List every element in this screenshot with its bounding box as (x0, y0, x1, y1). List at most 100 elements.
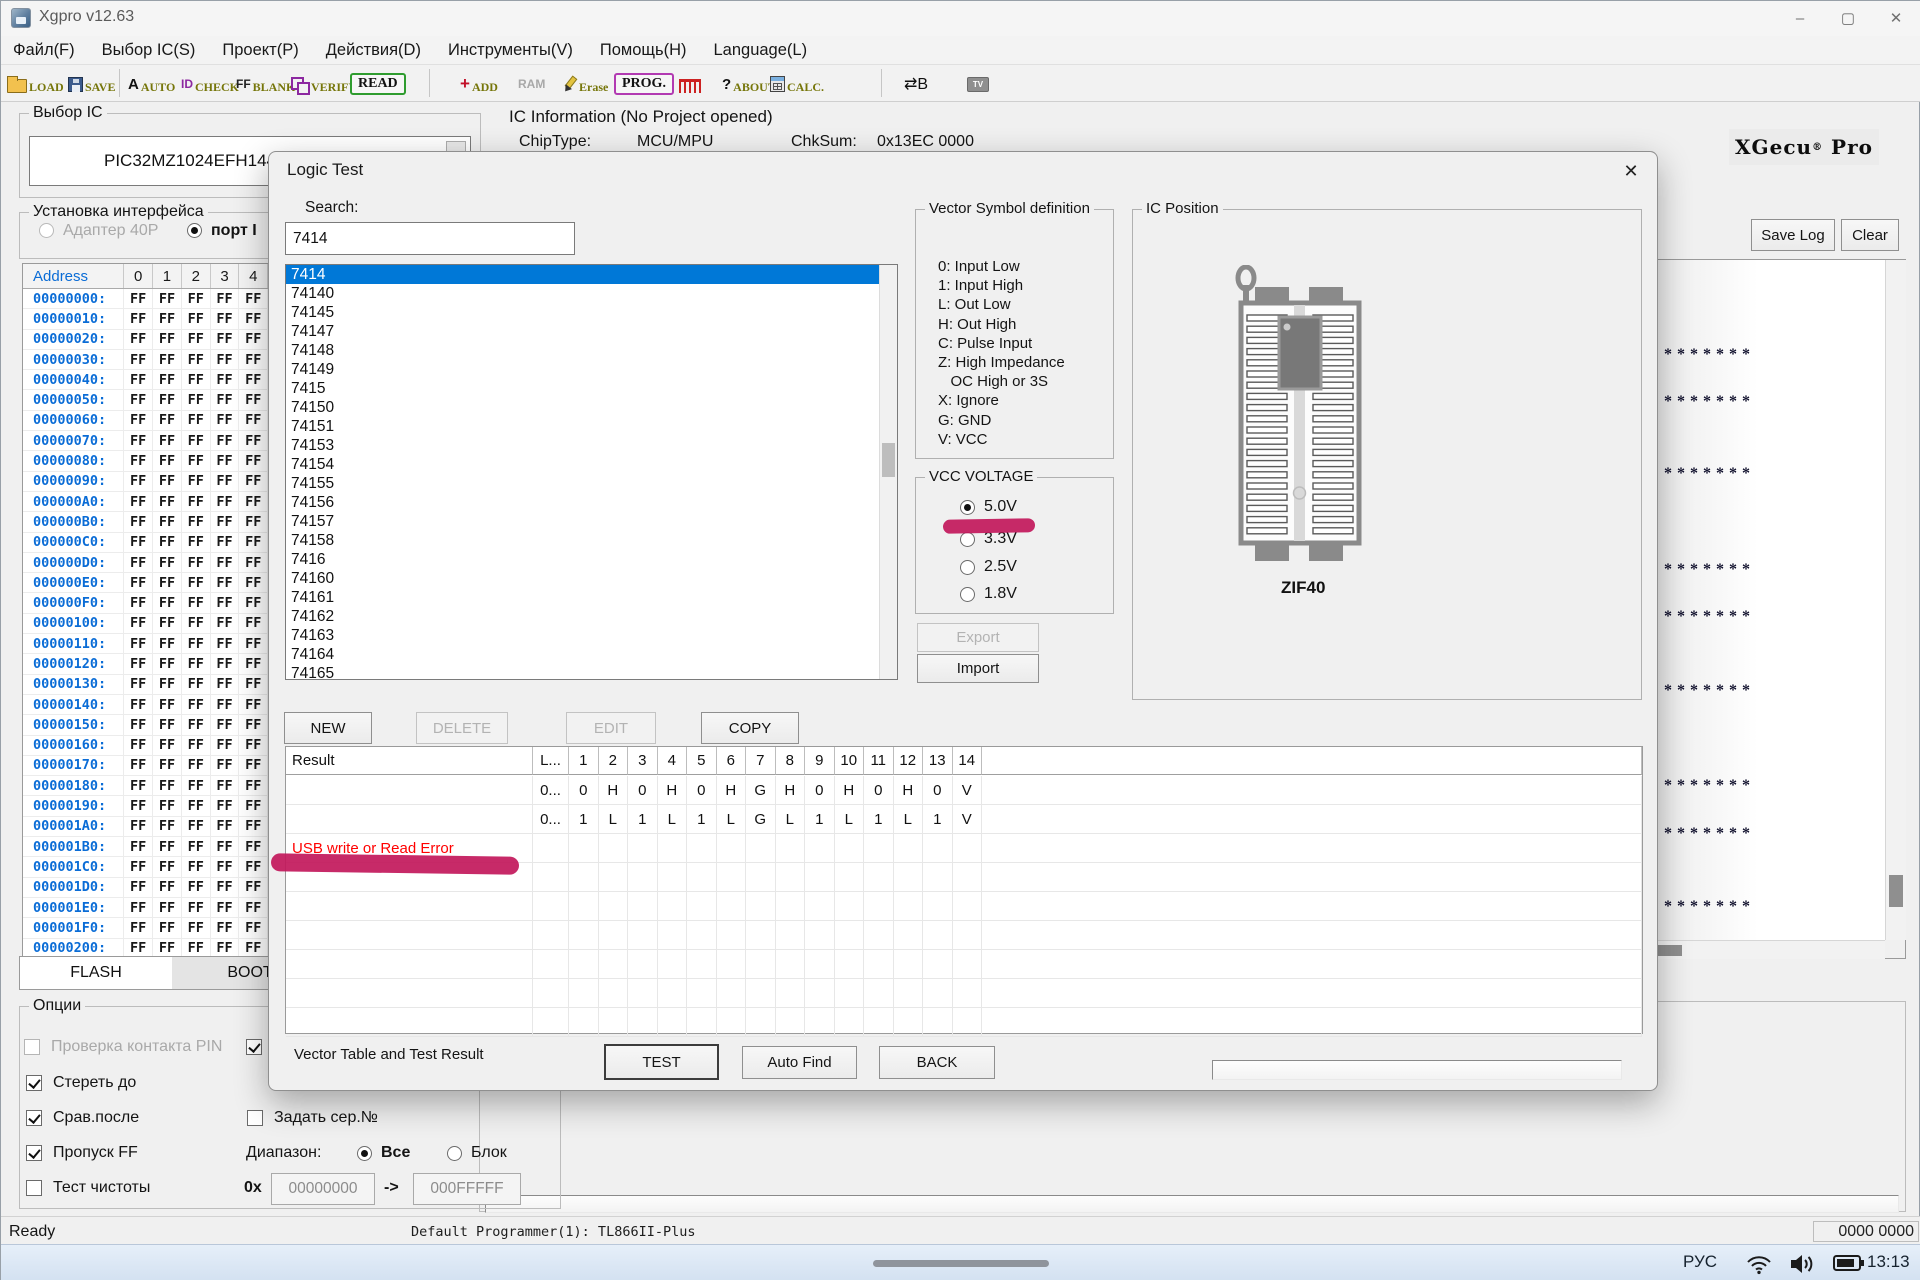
hex-cell[interactable]: FF (211, 593, 240, 612)
range-block-radio[interactable] (447, 1146, 462, 1161)
close-icon[interactable]: ✕ (1873, 1, 1919, 35)
range-from-input[interactable]: 00000000 (271, 1173, 375, 1205)
hex-cell[interactable]: FF (153, 411, 182, 430)
about-button[interactable]: ?ABOUT (722, 69, 776, 99)
hex-cell[interactable]: FF (124, 472, 153, 491)
clean-test-checkbox[interactable] (26, 1180, 42, 1196)
list-item[interactable]: 74158 (286, 531, 897, 550)
hex-cell[interactable]: FF (124, 857, 153, 876)
hex-cell[interactable]: FF (239, 796, 268, 815)
hex-cell[interactable]: FF (211, 533, 240, 552)
hex-cell[interactable]: FF (153, 918, 182, 937)
list-item[interactable]: 74153 (286, 436, 897, 455)
hex-cell[interactable]: FF (239, 370, 268, 389)
list-item[interactable]: 74163 (286, 626, 897, 645)
hex-cell[interactable]: FF (239, 472, 268, 491)
list-item[interactable]: 74160 (286, 569, 897, 588)
hex-cell[interactable]: FF (211, 857, 240, 876)
list-item[interactable]: 74140 (286, 284, 897, 303)
hex-cell[interactable]: FF (153, 492, 182, 511)
hex-cell[interactable]: FF (211, 634, 240, 653)
hex-cell[interactable]: FF (124, 330, 153, 349)
vcc-radio-3.3V[interactable] (960, 532, 975, 547)
hex-cell[interactable]: FF (182, 634, 211, 653)
minimize-icon[interactable]: – (1777, 1, 1823, 35)
hex-cell[interactable]: FF (239, 654, 268, 673)
hex-cell[interactable]: FF (124, 878, 153, 897)
hex-cell[interactable]: FF (182, 553, 211, 572)
hex-cell[interactable]: FF (124, 451, 153, 470)
hex-cell[interactable]: FF (211, 573, 240, 592)
hex-cell[interactable]: FF (124, 553, 153, 572)
hex-cell[interactable]: FF (182, 330, 211, 349)
hex-cell[interactable]: FF (124, 289, 153, 308)
hex-cell[interactable]: FF (182, 736, 211, 755)
auto-find-button[interactable]: Auto Find (742, 1046, 857, 1079)
verify-button[interactable]: VERIFY (291, 69, 357, 99)
hex-cell[interactable]: FF (211, 370, 240, 389)
list-item[interactable]: 74156 (286, 493, 897, 512)
list-item[interactable]: 74154 (286, 455, 897, 474)
verify-after-checkbox[interactable] (26, 1110, 42, 1126)
hex-cell[interactable]: FF (153, 330, 182, 349)
hex-cell[interactable]: FF (124, 390, 153, 409)
hex-cell[interactable]: FF (211, 898, 240, 917)
hex-cell[interactable]: FF (211, 451, 240, 470)
hex-cell[interactable]: FF (239, 756, 268, 775)
hex-cell[interactable]: FF (153, 634, 182, 653)
hex-cell[interactable]: FF (239, 776, 268, 795)
hex-cell[interactable]: FF (153, 390, 182, 409)
hex-cell[interactable]: FF (182, 939, 211, 958)
hex-cell[interactable]: FF (182, 756, 211, 775)
battery-icon[interactable] (1833, 1254, 1867, 1272)
list-scrollbar[interactable] (879, 265, 897, 679)
hex-cell[interactable]: FF (153, 431, 182, 450)
hex-cell[interactable]: FF (211, 817, 240, 836)
hex-cell[interactable]: FF (153, 796, 182, 815)
hex-cell[interactable]: FF (239, 512, 268, 531)
hex-cell[interactable]: FF (211, 309, 240, 328)
hex-cell[interactable]: FF (239, 593, 268, 612)
hex-cell[interactable]: FF (211, 736, 240, 755)
hex-cell[interactable]: FF (124, 370, 153, 389)
hex-cell[interactable]: FF (182, 472, 211, 491)
hex-cell[interactable]: FF (182, 390, 211, 409)
tv-button[interactable]: TV (967, 69, 989, 99)
hex-cell[interactable]: FF (124, 756, 153, 775)
hex-cell[interactable]: FF (182, 837, 211, 856)
hex-cell[interactable]: FF (182, 796, 211, 815)
hex-cell[interactable]: FF (182, 614, 211, 633)
check-button[interactable]: IDCHECK (181, 69, 239, 99)
log-hscrollbar[interactable] (1654, 940, 1885, 959)
vcc-radio-1.8V[interactable] (960, 587, 975, 602)
hex-cell[interactable]: FF (124, 715, 153, 734)
hex-cell[interactable]: FF (124, 573, 153, 592)
hex-cell[interactable]: FF (211, 756, 240, 775)
hex-cell[interactable]: FF (182, 411, 211, 430)
hex-cell[interactable]: FF (153, 553, 182, 572)
hex-cell[interactable]: FF (239, 817, 268, 836)
list-item[interactable]: 74149 (286, 360, 897, 379)
add-button[interactable]: +ADD (460, 69, 498, 99)
hex-cell[interactable]: FF (124, 654, 153, 673)
hex-cell[interactable]: FF (124, 796, 153, 815)
list-item[interactable]: 7416 (286, 550, 897, 569)
taskbar-language[interactable]: РУС (1683, 1252, 1717, 1272)
maximize-icon[interactable]: ▢ (1825, 1, 1871, 35)
hex-cell[interactable]: FF (153, 370, 182, 389)
hex-cell[interactable]: FF (239, 350, 268, 369)
erase-button[interactable]: Erase (561, 69, 608, 99)
hex-cell[interactable]: FF (153, 573, 182, 592)
skip-ff-checkbox[interactable] (26, 1145, 42, 1161)
ic-list[interactable]: 7414741407414574147741487414974157415074… (285, 264, 898, 680)
hex-cell[interactable]: FF (124, 939, 153, 958)
blank-button[interactable]: FFBLANK (236, 69, 295, 99)
list-item[interactable]: 74151 (286, 417, 897, 436)
hex-cell[interactable]: FF (211, 695, 240, 714)
range-to-input[interactable]: 000FFFFF (413, 1173, 521, 1205)
hex-cell[interactable]: FF (182, 350, 211, 369)
hex-cell[interactable]: FF (211, 715, 240, 734)
hex-cell[interactable]: FF (239, 431, 268, 450)
hex-cell[interactable]: FF (124, 614, 153, 633)
hex-cell[interactable]: FF (182, 878, 211, 897)
